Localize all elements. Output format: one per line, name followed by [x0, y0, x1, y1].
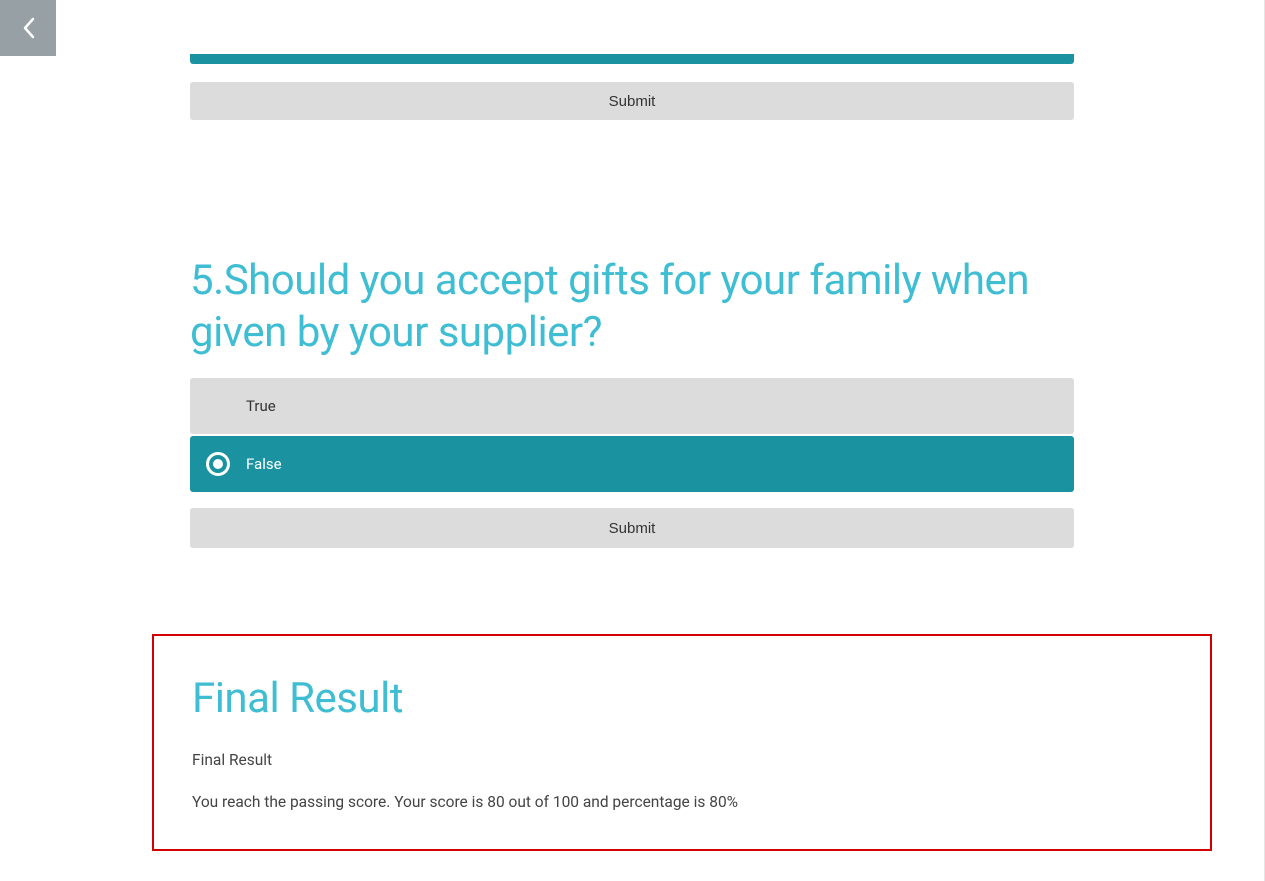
result-message: You reach the passing score. Your score … — [192, 793, 1172, 811]
option-label: True — [246, 397, 276, 415]
option-label: False — [246, 455, 282, 473]
options-group: True False — [190, 378, 1074, 492]
chevron-left-icon — [21, 17, 35, 39]
submit-label: Submit — [609, 93, 656, 110]
question-5: 5.Should you accept gifts for your famil… — [190, 255, 1074, 548]
back-button[interactable] — [0, 0, 56, 56]
submit-label: Submit — [609, 520, 656, 537]
result-title: Final Result — [192, 674, 1172, 723]
previous-question-bottom-bar — [190, 54, 1074, 64]
option-false[interactable]: False — [190, 436, 1074, 492]
final-result-panel: Final Result Final Result You reach the … — [152, 634, 1212, 851]
question-title: 5.Should you accept gifts for your famil… — [190, 255, 1074, 358]
result-subtitle: Final Result — [192, 751, 1172, 769]
submit-button-prev[interactable]: Submit — [190, 82, 1074, 120]
radio-selected-icon — [206, 452, 230, 476]
option-true[interactable]: True — [190, 378, 1074, 434]
submit-button-q5[interactable]: Submit — [190, 508, 1074, 548]
